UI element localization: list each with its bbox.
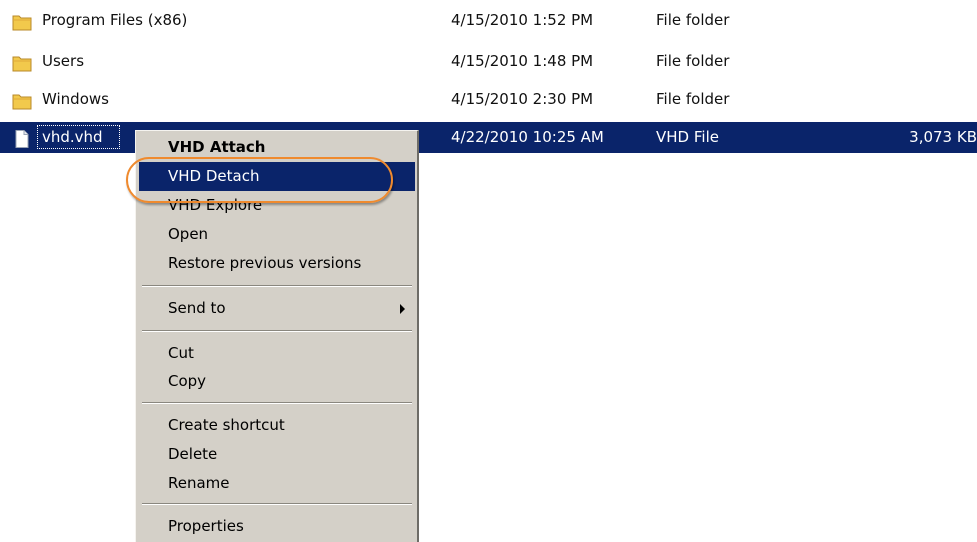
file-name: Windows [42,90,109,108]
file-type: File folder [656,11,730,29]
file-name: Program Files (x86) [42,11,188,29]
folder-icon [12,52,32,72]
submenu-arrow-icon [400,304,405,314]
menu-item-label: Open [168,225,209,243]
folder-icon [12,90,32,110]
menu-item-label: Send to [168,299,226,317]
file-type: VHD File [656,128,719,146]
menu-separator [142,285,412,287]
menu-item-label: Rename [168,474,230,492]
file-icon [12,128,32,148]
menu-item-cut[interactable]: Cut [139,339,415,368]
menu-item-label: Restore previous versions [168,254,362,272]
highlight-callout [126,157,393,203]
menu-item-open[interactable]: Open [139,220,415,249]
menu-separator [142,402,412,404]
menu-item-copy[interactable]: Copy [139,367,415,396]
menu-item-rename[interactable]: Rename [139,469,415,498]
file-type: File folder [656,52,730,70]
file-name: vhd.vhd [42,128,103,146]
menu-item-restore-previous-versions[interactable]: Restore previous versions [139,249,415,278]
menu-item-label: Delete [168,445,218,463]
file-row-users[interactable]: Users 4/15/2010 1:48 PM File folder [0,46,977,77]
menu-separator [142,503,412,505]
file-size: 3,073 KB [909,128,977,146]
menu-item-label: Cut [168,344,194,362]
file-date: 4/22/2010 10:25 AM [451,128,604,146]
menu-item-delete[interactable]: Delete [139,440,415,469]
menu-item-properties[interactable]: Properties [139,512,415,541]
file-row-program-files-x86[interactable]: Program Files (x86) 4/15/2010 1:52 PM Fi… [0,5,977,36]
file-row-windows[interactable]: Windows 4/15/2010 2:30 PM File folder [0,84,977,115]
file-date: 4/15/2010 2:30 PM [451,90,594,108]
file-name: Users [42,52,85,70]
menu-item-label: Properties [168,517,244,535]
menu-item-create-shortcut[interactable]: Create shortcut [139,411,415,440]
folder-icon [12,11,32,31]
menu-item-label: Copy [168,372,207,390]
file-date: 4/15/2010 1:48 PM [451,52,594,70]
menu-item-label: Create shortcut [168,416,285,434]
menu-item-send-to[interactable]: Send to [139,294,415,323]
menu-separator [142,330,412,332]
file-date: 4/15/2010 1:52 PM [451,11,594,29]
file-type: File folder [656,90,730,108]
